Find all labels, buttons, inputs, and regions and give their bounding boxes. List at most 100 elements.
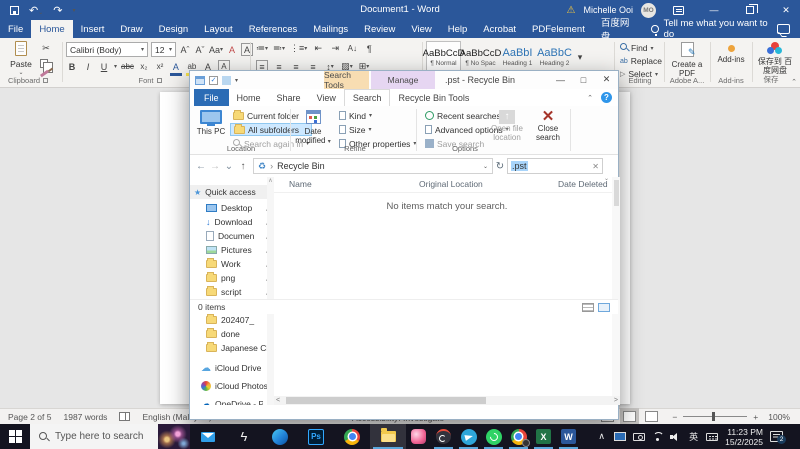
tab-insert[interactable]: Insert <box>73 20 113 38</box>
tab-design[interactable]: Design <box>151 20 197 38</box>
text-effects-button[interactable]: A <box>170 60 182 73</box>
cut-button[interactable]: ✂ <box>40 42 52 55</box>
account-name[interactable]: Michelle Ooi <box>583 5 633 15</box>
tab-mailings[interactable]: Mailings <box>305 20 356 38</box>
tab-review[interactable]: Review <box>356 20 403 38</box>
hidden-icons-chevron[interactable]: ∧ <box>596 431 607 442</box>
comments-button[interactable] <box>777 20 800 38</box>
subscript-button[interactable]: x₂ <box>138 60 150 73</box>
sidebar-item-icloud-photos[interactable]: iCloud Photos <box>190 378 274 394</box>
clear-search-icon[interactable]: ✕ <box>592 162 599 171</box>
minimize-button[interactable]: — <box>700 0 728 20</box>
taskbar-whatsapp[interactable] <box>481 424 506 449</box>
sidebar-scrollbar[interactable]: ∧ <box>267 177 274 405</box>
explorer-close-button[interactable]: ✕ <box>595 71 618 88</box>
sidebar-item-onedrive[interactable]: ☁OneDrive - Per∨ <box>190 396 274 406</box>
font-name-select[interactable]: Calibri (Body) ▾ <box>66 42 148 57</box>
date-modified-button[interactable]: Date modified ▾ <box>294 110 332 147</box>
notification-center-icon[interactable]: 2 <box>770 431 786 444</box>
tab-view[interactable]: View <box>403 20 439 38</box>
tray-app-icon[interactable] <box>614 432 627 441</box>
character-border-button[interactable]: A <box>241 43 254 56</box>
decrease-indent-button[interactable]: ⇤ <box>312 42 324 55</box>
forward-button[interactable]: → <box>208 161 222 172</box>
grow-font-button[interactable]: Aˆ <box>179 43 191 56</box>
collapse-ribbon-button[interactable]: ⌃ <box>791 78 797 86</box>
show-formatting-marks-button[interactable]: ¶ <box>363 42 375 55</box>
new-folder-icon[interactable] <box>222 75 231 85</box>
increase-indent-button[interactable]: ⇥ <box>329 42 341 55</box>
sidebar-item-png[interactable]: png <box>190 271 274 285</box>
properties-icon[interactable]: ✓ <box>209 75 218 85</box>
column-original-location[interactable]: Original Location <box>419 179 483 189</box>
zoom-slider-thumb[interactable] <box>712 412 716 421</box>
address-bar[interactable]: ♻ › Recycle Bin ⌄ <box>253 158 493 174</box>
proofing-icon[interactable] <box>119 412 131 421</box>
taskbar-mail[interactable] <box>190 424 226 449</box>
phonetic-guide-button[interactable]: A <box>226 43 238 56</box>
taskbar-edge[interactable] <box>262 424 298 449</box>
avatar[interactable]: MO <box>641 2 656 18</box>
shrink-font-button[interactable]: Aˇ <box>194 43 206 56</box>
minimize-ribbon-button[interactable]: ⌃ <box>587 94 593 102</box>
styles-more-button[interactable]: ▾ <box>574 51 586 64</box>
start-button[interactable] <box>0 424 30 449</box>
vertical-scrollbar[interactable] <box>612 177 620 396</box>
font-size-select[interactable]: 12 ▾ <box>151 42 176 57</box>
taskbar-chrome-profile[interactable] <box>506 424 531 449</box>
taskbar-dark-app[interactable] <box>431 424 456 449</box>
word-count[interactable]: 1987 words <box>63 412 107 422</box>
create-pdf-button[interactable]: Create a PDF <box>668 42 706 78</box>
this-pc-button[interactable]: This PC <box>195 110 227 136</box>
taskbar-bolt-app[interactable]: ϟ <box>226 424 262 449</box>
clock[interactable]: 11:23 PM 15/2/2025 <box>725 427 763 447</box>
search-highlight-image[interactable] <box>158 424 190 449</box>
menu-recycle-bin-tools[interactable]: Recycle Bin Tools <box>390 89 477 106</box>
style-heading2[interactable]: AaBbC Heading 2 <box>537 41 572 73</box>
ribbon-display-options-button[interactable] <box>664 0 692 20</box>
ime-indicator[interactable]: 英 <box>688 430 699 443</box>
sidebar-item-documents[interactable]: Documen <box>190 229 274 243</box>
warning-icon[interactable]: ⚠ <box>567 5 576 16</box>
refresh-button[interactable]: ↻ <box>493 161 507 172</box>
search-input[interactable]: .pst ✕ <box>507 158 603 174</box>
tab-acrobat[interactable]: Acrobat <box>475 20 524 38</box>
zoom-slider[interactable] <box>683 412 748 421</box>
sidebar-item-done[interactable]: done <box>190 327 274 341</box>
search-tools-tab[interactable]: Search Tools <box>324 70 369 90</box>
sidebar-item-script[interactable]: script <box>190 285 274 299</box>
taskbar-photoshop[interactable]: Ps <box>298 424 334 449</box>
change-case-button[interactable]: Aa ▾ <box>209 43 223 56</box>
open-file-location-button[interactable]: ↑ Open file location <box>486 110 528 142</box>
page-indicator[interactable]: Page 2 of 5 <box>8 412 51 422</box>
web-layout-button[interactable] <box>645 411 659 422</box>
sidebar-item-desktop[interactable]: Desktop <box>190 201 274 215</box>
sidebar-item-japanese-class[interactable]: Japanese Cla <box>190 341 274 355</box>
details-view-button[interactable] <box>582 302 594 312</box>
tab-pdfelement[interactable]: PDFelement <box>524 20 593 38</box>
taskbar-pink-app[interactable] <box>406 424 431 449</box>
tab-home[interactable]: Home <box>31 20 73 38</box>
sidebar-item-pictures[interactable]: Pictures <box>190 243 274 257</box>
menu-search[interactable]: Search <box>343 89 391 106</box>
taskbar-search[interactable]: Type here to search <box>30 424 190 449</box>
column-date-deleted[interactable]: Date Deleted <box>558 179 608 189</box>
tab-file[interactable]: File <box>0 20 31 38</box>
italic-button[interactable]: I <box>82 60 94 73</box>
strikethrough-button[interactable]: abc <box>121 60 134 73</box>
underline-button[interactable]: U <box>98 60 110 73</box>
customize-explorer-qat-button[interactable]: ▾ <box>235 77 238 84</box>
taskbar-file-explorer[interactable] <box>370 424 406 449</box>
bullets-button[interactable]: ≔ ▾ <box>256 42 268 55</box>
tab-draw[interactable]: Draw <box>112 20 150 38</box>
clipboard-dialog-launcher[interactable] <box>43 78 49 83</box>
tab-baidu[interactable]: 百度网盘 <box>593 18 643 43</box>
address-dropdown[interactable]: ⌄ <box>483 163 488 170</box>
taskbar-telegram[interactable] <box>456 424 481 449</box>
restore-button[interactable] <box>736 0 764 20</box>
menu-view[interactable]: View <box>309 89 344 106</box>
tab-help[interactable]: Help <box>440 20 476 38</box>
baidu-save-button[interactable]: 保存到 百度网盘 <box>756 42 794 75</box>
paste-button[interactable]: Paste ⌄ <box>6 41 36 76</box>
recent-locations-button[interactable]: ⌄ <box>222 161 236 172</box>
